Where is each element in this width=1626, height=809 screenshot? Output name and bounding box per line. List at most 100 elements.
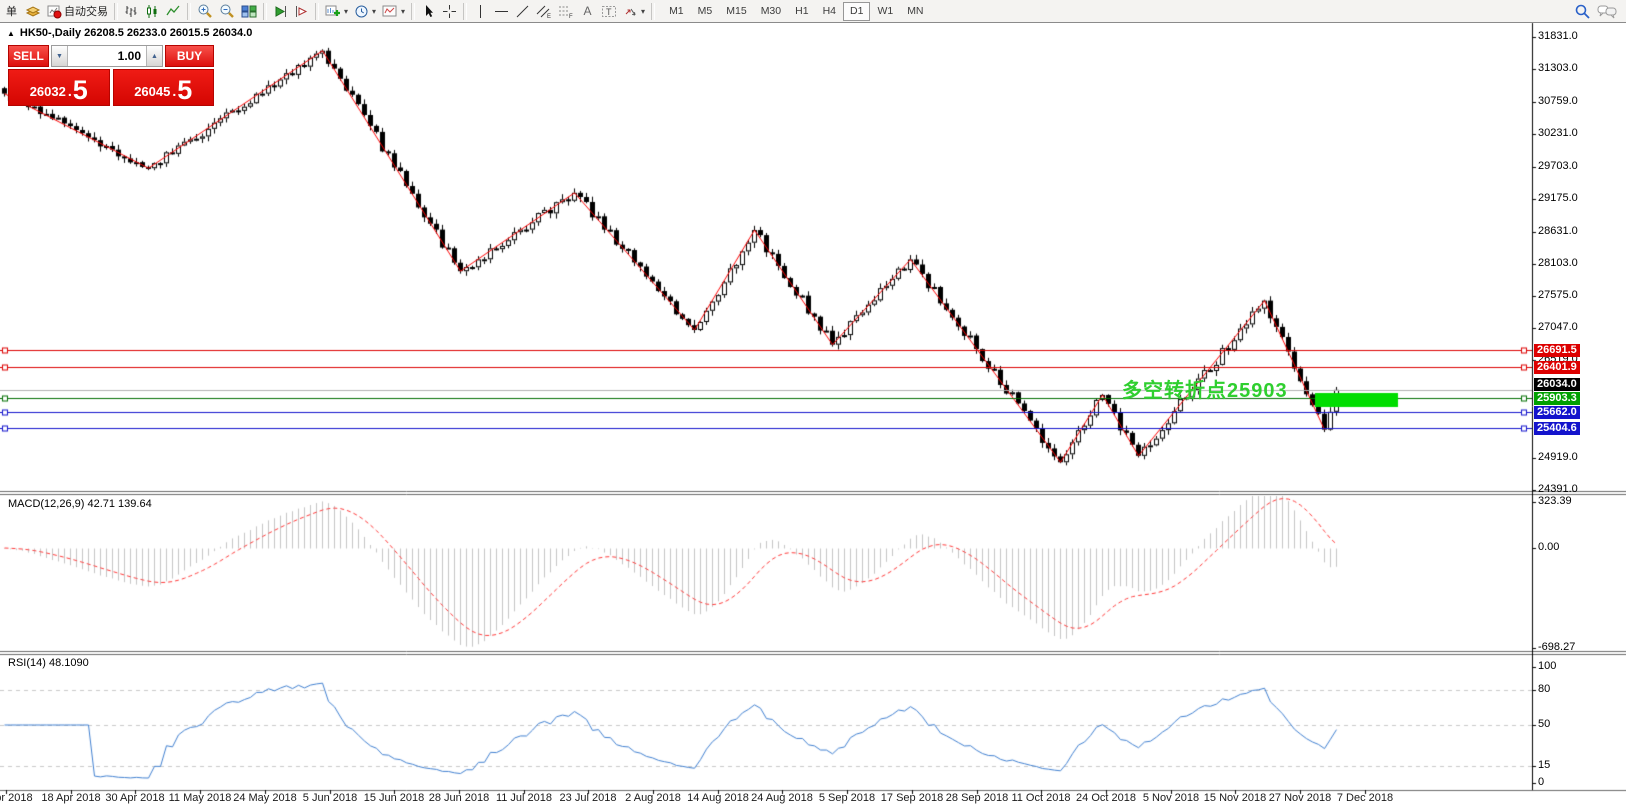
chart-shift-button[interactable] — [291, 1, 312, 22]
buy-price-separator: . — [172, 83, 176, 100]
clock-icon — [354, 4, 369, 19]
timeframe-h4-button[interactable]: H4 — [816, 2, 843, 21]
caret-down-icon: ▼ — [56, 53, 63, 60]
expert-advisors-icon — [25, 4, 41, 19]
volume-value[interactable]: 1.00 — [68, 46, 146, 66]
buy-price-decimal: 5 — [177, 77, 192, 104]
new-order-button[interactable]: 单 — [1, 1, 22, 22]
auto-trading-label: 自动交易 — [64, 3, 108, 19]
chart-title: ▲ HK50-,Daily 26208.5 26233.0 26015.5 26… — [7, 27, 252, 39]
candlestick-chart-button[interactable] — [142, 1, 163, 22]
tile-windows-button[interactable] — [238, 1, 260, 22]
svg-text:T: T — [606, 7, 612, 17]
trendline-button[interactable] — [512, 1, 533, 22]
text-tool-icon: A — [584, 4, 592, 18]
volume-increase-button[interactable]: ▲ — [146, 46, 162, 66]
fibonacci-icon: F — [558, 4, 574, 19]
line-chart-button[interactable] — [163, 1, 184, 22]
crosshair-button[interactable] — [439, 1, 460, 22]
channel-button[interactable]: E — [533, 1, 555, 22]
tile-windows-icon — [241, 4, 257, 19]
auto-scroll-button[interactable] — [270, 1, 291, 22]
text-button[interactable]: A — [577, 1, 598, 22]
timeframe-w1-button[interactable]: W1 — [870, 2, 900, 21]
rsi-indicator-label: RSI(14) 48.1090 — [8, 657, 89, 669]
arrows-icon — [623, 4, 638, 19]
auto-trading-button[interactable]: 自动交易 — [44, 1, 111, 22]
timeframe-m1-button[interactable]: M1 — [662, 2, 691, 21]
search-icon — [1574, 3, 1591, 20]
sell-price-decimal: 5 — [73, 77, 88, 104]
channel-icon: E — [536, 4, 552, 19]
toolbar-separator — [187, 3, 191, 20]
horizontal-line-button[interactable] — [491, 1, 512, 22]
chart-shift-icon — [294, 4, 309, 19]
toolbar-separator — [463, 3, 467, 20]
dropdown-arrow-icon: ▾ — [372, 7, 376, 16]
toolbar-separator — [263, 3, 267, 20]
zoom-in-button[interactable] — [194, 1, 216, 22]
new-order-label: 单 — [6, 3, 17, 19]
timeframe-h1-button[interactable]: H1 — [788, 2, 815, 21]
volume-spinner: ▼ 1.00 ▲ — [51, 45, 163, 67]
toolbar-separator — [411, 3, 415, 20]
bar-chart-icon — [124, 4, 139, 19]
toolbar-separator — [651, 3, 655, 20]
trendline-icon — [515, 4, 530, 19]
timeframe-mn-button[interactable]: MN — [900, 2, 930, 21]
sell-price-main: 26032 — [30, 83, 66, 100]
sell-price-separator: . — [68, 83, 72, 100]
auto-scroll-icon — [273, 4, 288, 19]
label-tool-icon: T — [601, 4, 617, 19]
sell-button[interactable]: SELL — [8, 45, 49, 67]
dropdown-arrow-icon: ▾ — [344, 7, 348, 16]
volume-decrease-button[interactable]: ▼ — [52, 46, 68, 66]
chart-collapse-icon[interactable]: ▲ — [7, 28, 15, 39]
timeframe-m30-button[interactable]: M30 — [754, 2, 788, 21]
chat-button[interactable] — [1594, 1, 1620, 22]
timeframe-d1-button[interactable]: D1 — [843, 2, 870, 21]
label-button[interactable]: T — [598, 1, 620, 22]
candlestick-icon — [145, 4, 160, 19]
dropdown-arrow-icon: ▾ — [641, 7, 645, 16]
zoom-in-icon — [197, 3, 213, 19]
one-click-trading-panel: SELL ▼ 1.00 ▲ BUY 26032.5 26045.5 — [8, 45, 214, 106]
caret-up-icon: ▲ — [151, 53, 158, 60]
new-chart-button[interactable]: ▾ — [322, 1, 351, 22]
templates-icon — [382, 4, 398, 19]
new-chart-icon — [325, 4, 341, 19]
cursor-icon — [422, 4, 436, 19]
vertical-line-icon — [474, 4, 487, 19]
toolbar-separator — [315, 3, 319, 20]
timeframe-group: M1M5M15M30H1H4D1W1MN — [662, 2, 930, 21]
svg-text:E: E — [547, 14, 551, 19]
svg-text:F: F — [569, 14, 573, 19]
dropdown-arrow-icon: ▾ — [401, 7, 405, 16]
chart-canvas[interactable] — [0, 0, 1626, 809]
buy-price-display[interactable]: 26045.5 — [113, 69, 215, 106]
cursor-button[interactable] — [418, 1, 439, 22]
fibonacci-button[interactable]: F — [555, 1, 577, 22]
sell-price-display[interactable]: 26032.5 — [8, 69, 110, 106]
bar-chart-button[interactable] — [121, 1, 142, 22]
profiles-button[interactable]: ▾ — [351, 1, 379, 22]
arrows-button[interactable]: ▾ — [620, 1, 648, 22]
zoom-out-button[interactable] — [216, 1, 238, 22]
timeframe-m5-button[interactable]: M5 — [691, 2, 720, 21]
macd-indicator-label: MACD(12,26,9) 42.71 139.64 — [8, 498, 152, 510]
chart-title-text: HK50-,Daily 26208.5 26233.0 26015.5 2603… — [20, 27, 252, 39]
timeframe-m15-button[interactable]: M15 — [719, 2, 753, 21]
buy-button[interactable]: BUY — [165, 45, 214, 67]
horizontal-line-icon — [494, 5, 509, 18]
toolbar-separator — [114, 3, 118, 20]
zoom-out-icon — [219, 3, 235, 19]
toolbar: 单 自动交易 ▾ ▾ ▾ E F A T ▾ M1M5M15M30H1H4D1W… — [0, 0, 1626, 23]
vertical-line-button[interactable] — [470, 1, 491, 22]
line-chart-icon — [166, 4, 181, 19]
expert-advisors-button[interactable] — [22, 1, 44, 22]
search-button[interactable] — [1571, 1, 1594, 22]
chat-icon — [1597, 3, 1617, 19]
buy-price-main: 26045 — [134, 83, 170, 100]
templates-button[interactable]: ▾ — [379, 1, 408, 22]
auto-trading-icon — [47, 4, 62, 19]
